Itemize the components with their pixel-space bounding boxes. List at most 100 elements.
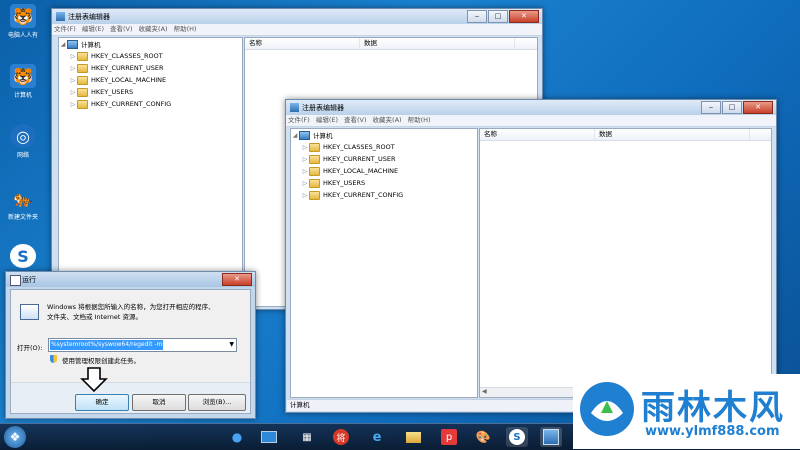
expand-triangle-icon[interactable]: ▷: [301, 156, 309, 163]
column-header: 名称 数据: [480, 129, 771, 141]
regedit-icon: [56, 12, 65, 21]
expand-triangle-icon[interactable]: ▷: [301, 144, 309, 151]
scroll-left-arrow-icon[interactable]: ◀: [482, 388, 487, 395]
desktop-icon-user[interactable]: 🐯 电脑人人有: [4, 4, 42, 39]
taskbar-app-desktop[interactable]: [258, 427, 280, 447]
close-button[interactable]: ✕: [509, 10, 539, 23]
menu-file[interactable]: 文件(F): [54, 24, 76, 35]
maximize-button[interactable]: □: [488, 10, 508, 23]
taskbar-app-red[interactable]: 将: [330, 427, 352, 447]
menu-edit[interactable]: 编辑(E): [82, 24, 104, 35]
menu-view[interactable]: 查看(V): [344, 115, 367, 126]
taskbar-app-sogou[interactable]: S: [506, 427, 528, 447]
dropdown-arrow-icon[interactable]: ▼: [229, 339, 234, 351]
folder-icon: [77, 99, 88, 109]
brand-url: www.ylmf888.com: [645, 424, 780, 439]
tree-item[interactable]: ▷ HKEY_CLASSES_ROOT: [291, 141, 477, 153]
title-bar[interactable]: 注册表编辑器 ‒ □ ✕: [286, 100, 776, 115]
taskbar-app-ie[interactable]: e: [366, 427, 388, 447]
ie-icon: e: [372, 429, 382, 445]
col-name[interactable]: 名称: [480, 129, 595, 140]
tree-item[interactable]: ▷ HKEY_CLASSES_ROOT: [59, 50, 242, 62]
network-icon: ▦: [302, 431, 312, 443]
tree-item[interactable]: ▷ HKEY_CURRENT_USER: [291, 153, 477, 165]
tree-item[interactable]: ▷ HKEY_LOCAL_MACHINE: [59, 74, 242, 86]
taskbar-app-network[interactable]: ▦: [296, 427, 318, 447]
expand-triangle-icon[interactable]: ▷: [301, 192, 309, 199]
tree-item[interactable]: ▷ HKEY_CURRENT_CONFIG: [59, 98, 242, 110]
pointer-arrow-icon: [80, 367, 108, 393]
menu-bar: 文件(F) 编辑(E) 查看(V) 收藏夹(A) 帮助(H): [52, 24, 542, 36]
values-pane[interactable]: 名称 数据 ◀: [479, 128, 772, 398]
menu-edit[interactable]: 编辑(E): [316, 115, 338, 126]
expand-triangle-icon[interactable]: ▷: [69, 65, 77, 72]
tree-item[interactable]: ▷ HKEY_USERS: [291, 177, 477, 189]
run-description: Windows 将根据您所输入的名称，为您打开相应的程序、 文件夹、文档或 In…: [47, 303, 215, 321]
menu-help[interactable]: 帮助(H): [408, 115, 431, 126]
regedit-window-front: 注册表编辑器 ‒ □ ✕ 文件(F) 编辑(E) 查看(V) 收藏夹(A) 帮助…: [285, 99, 777, 413]
tree-root[interactable]: ◢ 计算机: [59, 38, 242, 50]
expand-triangle-icon[interactable]: ▷: [69, 101, 77, 108]
tree-item[interactable]: ▷ HKEY_USERS: [59, 86, 242, 98]
tree-item[interactable]: ▷ HKEY_LOCAL_MACHINE: [291, 165, 477, 177]
collapse-triangle-icon[interactable]: ◢: [291, 132, 299, 139]
minimize-button[interactable]: ‒: [467, 10, 487, 23]
col-name[interactable]: 名称: [245, 38, 360, 49]
folder-icon: [309, 166, 320, 176]
globe-icon: ◎: [10, 124, 36, 148]
ylmf-logo-icon: [580, 382, 634, 436]
tree-item[interactable]: ▷ HKEY_CURRENT_CONFIG: [291, 189, 477, 201]
menu-view[interactable]: 查看(V): [110, 24, 133, 35]
uac-shield-icon: [50, 355, 57, 363]
status-path: 计算机: [290, 401, 310, 409]
taskbar-app-browser[interactable]: ●: [226, 427, 248, 447]
taskbar-app-folder[interactable]: [402, 427, 424, 447]
tiger-icon: 🐅: [13, 188, 33, 208]
dialog-title: 运行: [22, 276, 36, 284]
menu-favorites[interactable]: 收藏夹(A): [139, 24, 168, 35]
collapse-triangle-icon[interactable]: ◢: [59, 41, 67, 48]
folder-icon: [77, 87, 88, 97]
open-combobox[interactable]: %systemroot%/syswow64/regedit -m ▼: [48, 338, 237, 352]
browse-button[interactable]: 浏览(B)...: [188, 394, 246, 411]
maximize-button[interactable]: □: [722, 101, 742, 114]
expand-triangle-icon[interactable]: ▷: [301, 180, 309, 187]
taskbar-app-paint[interactable]: 🎨: [472, 427, 494, 447]
menu-favorites[interactable]: 收藏夹(A): [373, 115, 402, 126]
folder-icon: [309, 154, 320, 164]
taskbar-app-p[interactable]: p: [438, 427, 460, 447]
title-bar[interactable]: 运行 ✕: [6, 272, 255, 287]
expand-triangle-icon[interactable]: ▷: [69, 77, 77, 84]
col-data[interactable]: 数据: [595, 129, 750, 140]
expand-triangle-icon[interactable]: ▷: [69, 89, 77, 96]
sogou-s-icon: S: [10, 244, 36, 268]
desktop-icon-computer[interactable]: 🐯 计算机: [4, 64, 42, 99]
expand-triangle-icon[interactable]: ▷: [301, 168, 309, 175]
start-button[interactable]: ❖: [4, 426, 26, 448]
desktop-icon-new-folder[interactable]: 🐅 新建文件夹: [4, 186, 42, 222]
desktop-icon-sogou[interactable]: S: [4, 244, 42, 270]
tree-pane[interactable]: ◢ 计算机 ▷ HKEY_CLASSES_ROOT ▷ HKEY_CURRENT…: [290, 128, 478, 398]
tree-root[interactable]: ◢ 计算机: [291, 129, 477, 141]
tree-pane[interactable]: ◢ 计算机 ▷ HKEY_CLASSES_ROOT ▷ HKEY_CURRENT…: [58, 37, 243, 307]
cancel-button[interactable]: 取消: [132, 394, 186, 411]
minimize-button[interactable]: ‒: [701, 101, 721, 114]
tiger-logo-icon: 🐯: [10, 4, 36, 28]
menu-help[interactable]: 帮助(H): [174, 24, 197, 35]
monitor-icon: [261, 431, 277, 443]
col-data[interactable]: 数据: [360, 38, 515, 49]
close-button[interactable]: ✕: [743, 101, 773, 114]
sogou-s-icon: S: [509, 429, 525, 445]
menu-file[interactable]: 文件(F): [288, 115, 310, 126]
ok-button[interactable]: 确定: [75, 394, 129, 411]
desktop-icon-network[interactable]: ◎ 网络: [4, 124, 42, 159]
run-icon: [10, 275, 21, 286]
tree-item[interactable]: ▷ HKEY_CURRENT_USER: [59, 62, 242, 74]
title-bar[interactable]: 注册表编辑器 ‒ □ ✕: [52, 9, 542, 24]
close-button[interactable]: ✕: [222, 273, 252, 286]
open-input[interactable]: %systemroot%/syswow64/regedit -m: [50, 340, 164, 350]
taskbar-app-regedit[interactable]: [540, 427, 562, 447]
regedit-taskbar-icon: [543, 429, 559, 445]
folder-icon: [77, 51, 88, 61]
expand-triangle-icon[interactable]: ▷: [69, 53, 77, 60]
